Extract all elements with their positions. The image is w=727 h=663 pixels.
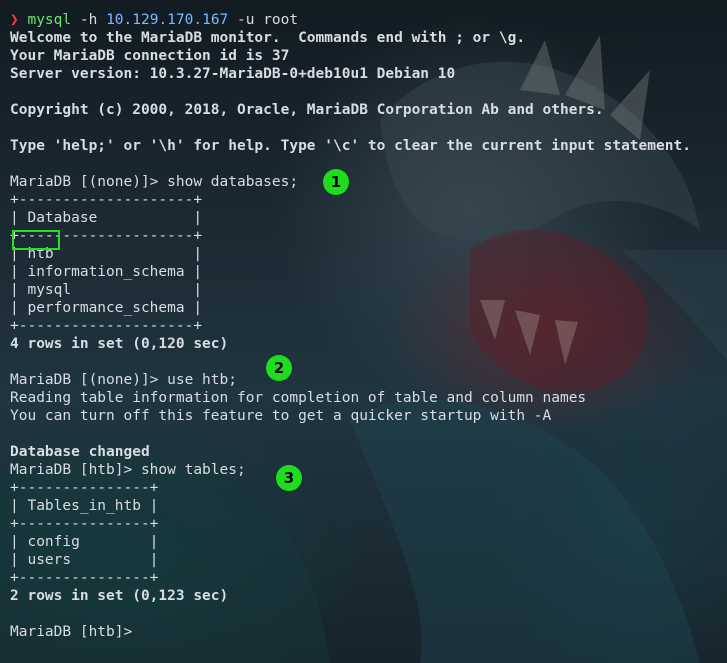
- table-border: +--------------------+: [10, 318, 203, 334]
- rows-count-line: 2 rows in set (0,123 sec): [10, 588, 229, 604]
- shell-command-line: ❯ mysql -h 10.129.170.167 -u root: [10, 11, 691, 29]
- table-row: | htb |: [10, 246, 203, 262]
- help-line: Type 'help;' or '\h' for help. Type '\c'…: [10, 138, 691, 154]
- step-badge-2: 2: [266, 355, 292, 381]
- connection-id-line: Your MariaDB connection id is 37: [10, 48, 290, 64]
- table-header: | Tables_in_htb |: [10, 498, 159, 514]
- use-htb-command: MariaDB [(none)]> use htb;: [10, 372, 237, 388]
- show-databases-command: MariaDB [(none)]> show databases;: [10, 174, 299, 190]
- database-changed-line: Database changed: [10, 444, 150, 460]
- step-badge-1: 1: [323, 169, 349, 195]
- table-border: +---------------+: [10, 570, 159, 586]
- reading-table-line: Reading table information for completion…: [10, 390, 587, 406]
- table-row: | users |: [10, 552, 159, 568]
- show-tables-command: MariaDB [htb]> show tables;: [10, 462, 246, 478]
- table-border: +---------------+: [10, 480, 159, 496]
- table-border: +---------------+: [10, 516, 159, 532]
- step-badge-3: 3: [276, 465, 302, 491]
- table-row: | performance_schema |: [10, 300, 203, 316]
- table-border: +--------------------+: [10, 192, 203, 208]
- command-host-flag: -h: [79, 12, 98, 28]
- table-border: +--------------------+: [10, 228, 203, 244]
- server-version-line: Server version: 10.3.27-MariaDB-0+deb10u…: [10, 66, 456, 82]
- copyright-line: Copyright (c) 2000, 2018, Oracle, MariaD…: [10, 102, 604, 118]
- table-row: | config |: [10, 534, 159, 550]
- table-header: | Database |: [10, 210, 203, 226]
- table-row: | mysql |: [10, 282, 203, 298]
- turn-off-feature-line: You can turn off this feature to get a q…: [10, 408, 552, 424]
- input-prompt[interactable]: MariaDB [htb]>: [10, 623, 691, 641]
- command-user-flag: -u root: [237, 12, 299, 28]
- command-ip: 10.129.170.167: [106, 12, 229, 28]
- table-row: | information_schema |: [10, 264, 203, 280]
- htb-highlight-box: [12, 230, 60, 250]
- rows-count-line: 4 rows in set (0,120 sec): [10, 336, 229, 352]
- welcome-line: Welcome to the MariaDB monitor. Commands…: [10, 30, 526, 46]
- prompt-arrow-icon: ❯: [10, 12, 19, 28]
- terminal-output: ❯ mysql -h 10.129.170.167 -u root Welcom…: [10, 11, 691, 641]
- command-name: mysql: [27, 12, 72, 28]
